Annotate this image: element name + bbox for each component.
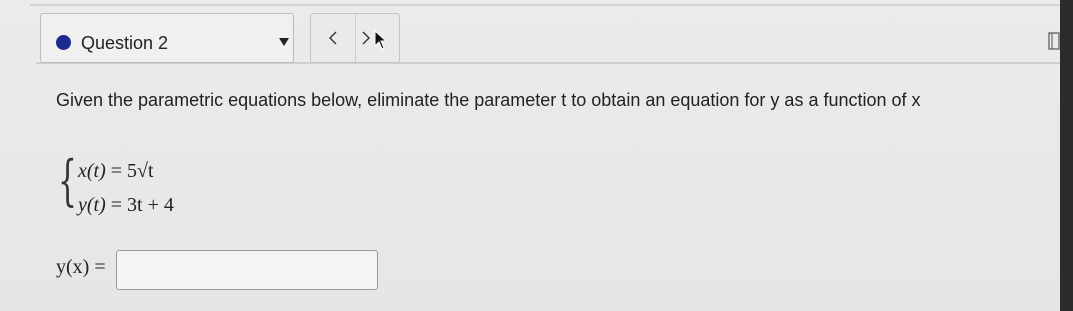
- answer-label: y(x) =: [56, 256, 106, 278]
- equation-y-rhs: 3t + 4: [127, 194, 174, 216]
- equation-x-lhs: x(t): [78, 160, 106, 182]
- question-nav-bar: Question 2: [36, 6, 1060, 64]
- status-dot-icon: [56, 35, 71, 50]
- right-edge-bar: [1060, 0, 1073, 311]
- next-question-button[interactable]: [356, 14, 400, 62]
- left-brace: {: [58, 149, 77, 212]
- equation-y-equals: =: [110, 194, 128, 216]
- sidebar-toggle-icon[interactable]: [1048, 32, 1060, 50]
- dropdown-arrow-icon: [279, 38, 289, 46]
- equation-y-lhs: y(t): [78, 194, 106, 216]
- question-prompt: Given the parametric equations below, el…: [56, 90, 921, 110]
- equation-x: x(t) = 5√t: [78, 160, 154, 183]
- question-selector[interactable]: Question 2: [40, 13, 294, 63]
- answer-input[interactable]: [116, 250, 378, 290]
- chevron-right-icon: [362, 31, 370, 45]
- previous-question-button[interactable]: [311, 14, 355, 62]
- chevron-left-icon: [329, 31, 337, 45]
- equation-y: y(t) = 3t + 4: [78, 194, 174, 217]
- mouse-cursor-icon: [374, 30, 388, 50]
- question-pager: [310, 13, 400, 63]
- equation-x-rhs: 5√t: [127, 160, 154, 182]
- question-page: Question 2 Given the parametric equation…: [0, 0, 1060, 311]
- question-label: Question 2: [81, 33, 169, 53]
- equation-x-equals: =: [110, 160, 128, 182]
